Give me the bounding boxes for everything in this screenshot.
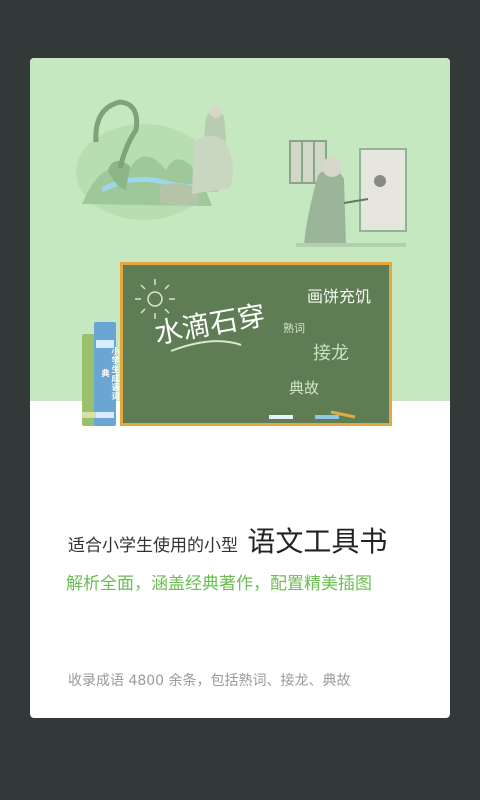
tagline-emphasis: 语文工具书: [247, 525, 388, 558]
tagline-prefix: 适合小学生使用的小型: [68, 536, 238, 556]
board-idiom-right: 画饼充饥: [307, 287, 372, 306]
chalkboard-icon: 水滴石穿 画饼充饥 熟词 接龙 典故: [120, 262, 392, 426]
board-tag-jielong: 接龙: [313, 343, 349, 364]
book-spine-text: 小学生成语词典: [101, 346, 120, 401]
intro-card: 小学生成语词典 水滴石穿 画饼充饥 熟词 接龙 典故 适合小学生使用的小型 语文…: [30, 58, 450, 718]
ancient-scholar-landscape-illustration: [76, 99, 233, 220]
primary-tagline: 适合小学生使用的小型 语文工具书: [68, 520, 428, 560]
board-tag-diangu: 典故: [289, 379, 320, 397]
hero-banner: 小学生成语词典 水滴石穿 画饼充饥 熟词 接龙 典故: [30, 58, 450, 426]
scholar-by-window-illustration: [289, 140, 407, 247]
board-tag-shuci: 熟词: [283, 322, 305, 335]
feature-tagline: 解析全面，涵盖经典著作，配置精美插图: [66, 574, 372, 594]
footer-description: 收录成语 4800 余条，包括熟词、接龙、典故: [68, 673, 351, 689]
